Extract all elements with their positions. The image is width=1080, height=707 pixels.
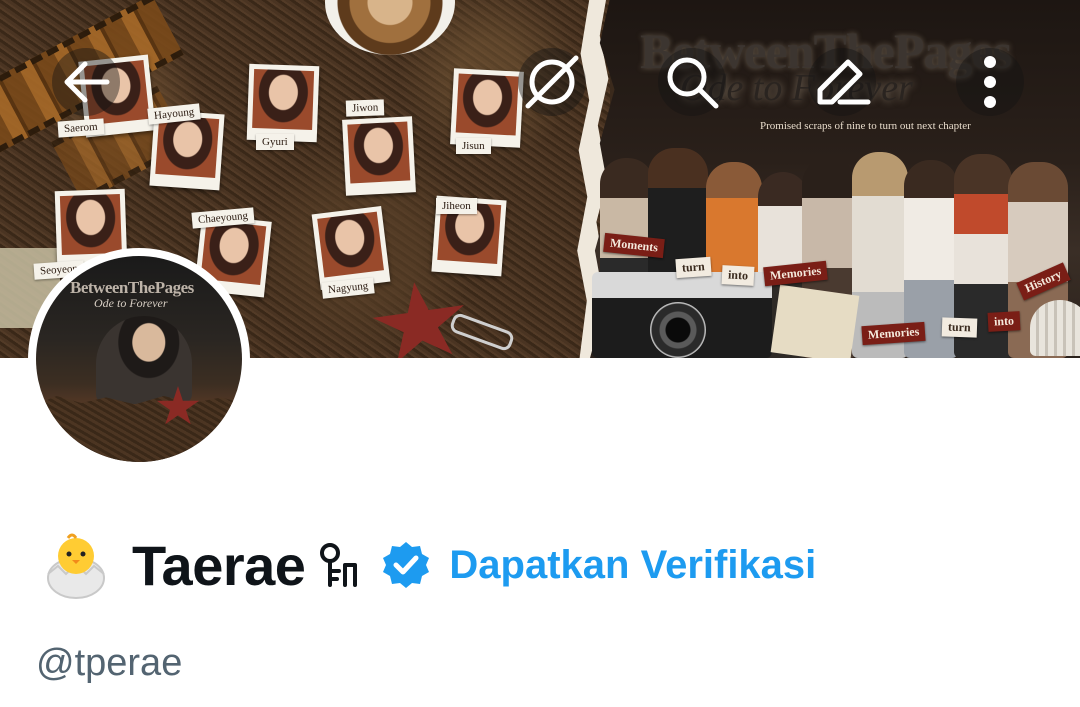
member-name-tag: Gyuri — [256, 134, 294, 150]
banner-word-label: turn — [941, 317, 977, 338]
hatching-chick-icon — [47, 533, 105, 599]
avatar-overlay-title: BetweenThePages — [70, 278, 194, 297]
more-options-button[interactable] — [956, 48, 1024, 116]
verified-badge-icon[interactable] — [381, 540, 431, 590]
avatar-image: BetweenThePages Ode to Forever — [36, 256, 242, 462]
search-button[interactable] — [658, 48, 726, 116]
search-icon — [667, 57, 719, 109]
edit-button[interactable] — [808, 48, 876, 116]
ticket-decoration — [770, 284, 860, 358]
banner-word-label: turn — [675, 256, 712, 279]
polaroid-photo — [450, 68, 524, 148]
member-name-tag: Jisun — [456, 138, 491, 154]
grok-button[interactable] — [518, 48, 586, 116]
get-verified-link[interactable]: Dapatkan Verifikasi — [449, 543, 816, 588]
back-button[interactable] — [52, 48, 120, 116]
shell-decoration — [1030, 300, 1080, 356]
polaroid-photo — [246, 63, 320, 143]
profile-handle: @tperae — [36, 642, 183, 684]
profile-avatar[interactable]: BetweenThePages Ode to Forever — [28, 248, 250, 470]
member-name-tag: Jiwon — [345, 99, 385, 117]
profile-name-row: Taerae Dapatkan Verifikasi — [38, 530, 816, 600]
polaroid-photo — [342, 116, 416, 196]
more-vertical-icon — [984, 56, 996, 108]
key-person-icon — [320, 543, 358, 587]
avatar-overlay-script: Ode to Forever — [94, 296, 168, 310]
display-name: Taerae — [132, 533, 306, 597]
banner-word-label: into — [721, 265, 755, 286]
compose-icon — [817, 59, 871, 105]
banner-subtitle: Promised scraps of nine to turn out next… — [760, 120, 971, 132]
polaroid-photo — [311, 206, 391, 290]
grok-icon — [525, 55, 579, 109]
back-arrow-icon — [64, 61, 110, 103]
profile-page: Saerom Hayoung Gyuri Jiwon Jisun Seoyeon… — [0, 0, 1080, 707]
banner-word-label: into — [987, 311, 1021, 332]
member-name-tag: Jiheon — [436, 198, 477, 214]
member-name-tag: Saerom — [57, 118, 105, 138]
avatar-torn-paper — [36, 396, 242, 462]
